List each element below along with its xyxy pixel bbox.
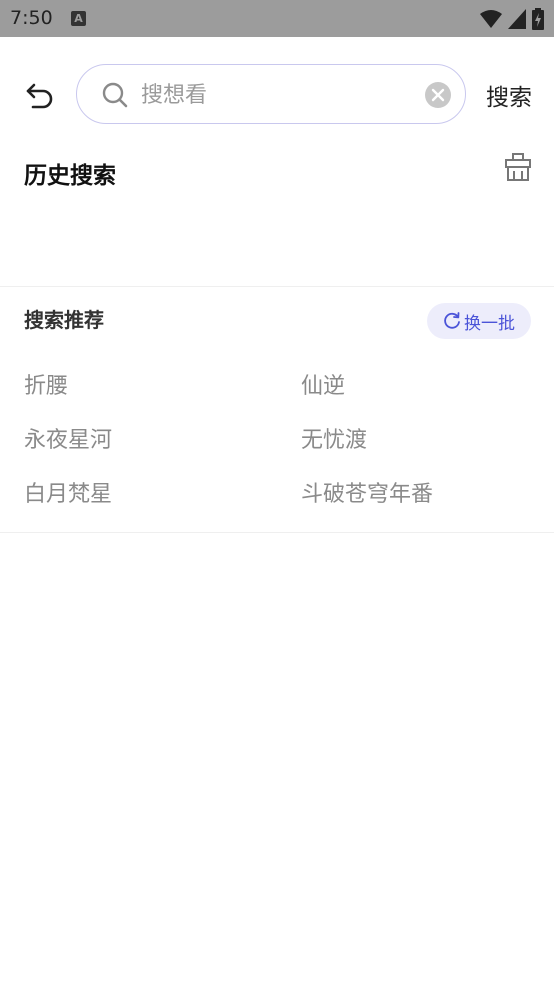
recommend-item[interactable]: 永夜星河 bbox=[24, 422, 112, 454]
recommend-item[interactable]: 斗破苍穹年番 bbox=[301, 476, 433, 508]
close-icon bbox=[431, 88, 445, 102]
search-icon bbox=[102, 82, 128, 108]
recommend-title: 搜索推荐 bbox=[24, 308, 104, 332]
search-button[interactable]: 搜索 bbox=[486, 78, 532, 112]
status-bar: 7:50 A bbox=[0, 0, 554, 37]
history-title: 历史搜索 bbox=[24, 163, 116, 189]
divider bbox=[0, 286, 554, 287]
notification-icon: A bbox=[71, 11, 86, 26]
recommend-item[interactable]: 白月梵星 bbox=[24, 476, 112, 508]
clear-history-button[interactable] bbox=[503, 152, 533, 184]
back-arrow-icon bbox=[26, 83, 53, 109]
recommend-item[interactable]: 无忧渡 bbox=[301, 422, 367, 454]
back-button[interactable] bbox=[20, 78, 60, 112]
refresh-label: 换一批 bbox=[464, 313, 515, 334]
status-indicators bbox=[480, 8, 544, 30]
refresh-icon bbox=[444, 312, 460, 329]
battery-icon bbox=[532, 8, 544, 30]
recommend-item[interactable]: 折腰 bbox=[24, 368, 68, 400]
signal-icon bbox=[508, 9, 526, 29]
search-header: 搜索 bbox=[0, 64, 554, 126]
wifi-icon bbox=[480, 10, 502, 28]
recommend-item[interactable]: 仙逆 bbox=[301, 368, 345, 400]
status-time: 7:50 bbox=[10, 7, 53, 29]
search-box[interactable] bbox=[76, 64, 466, 124]
divider bbox=[0, 532, 554, 533]
refresh-button[interactable]: 换一批 bbox=[427, 303, 531, 339]
trash-icon bbox=[505, 153, 531, 181]
search-input[interactable] bbox=[141, 78, 411, 112]
clear-button[interactable] bbox=[425, 82, 451, 108]
